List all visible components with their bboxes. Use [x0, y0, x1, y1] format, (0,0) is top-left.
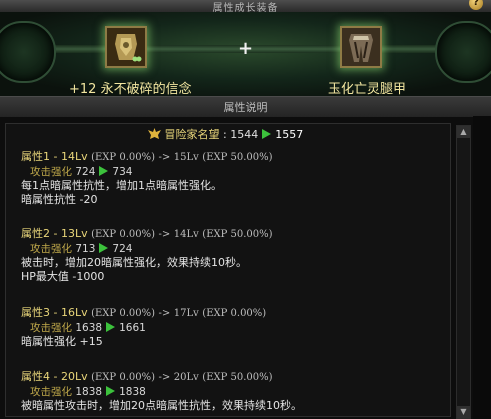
- attribute-desc: 被暗属性攻击时，增加20点暗属性抗性，效果持续10秒。: [21, 399, 302, 412]
- increase-arrow-icon: [262, 129, 272, 139]
- attribute-desc: HP最大值 -1000: [21, 270, 105, 283]
- attribute-desc: 被击时，增加20暗属性强化，效果持续10秒。: [21, 256, 247, 269]
- scroll-up-icon[interactable]: ▲: [457, 126, 470, 138]
- growth-panel: + +12 永不破碎的信念 玉化亡灵腿甲: [0, 12, 491, 96]
- attribute-arrow-text: ->: [158, 308, 171, 319]
- equipment-slot-right[interactable]: [340, 26, 382, 68]
- attribute-desc: 暗属性强化 +15: [21, 335, 103, 348]
- reputation-new: 1557: [275, 128, 304, 141]
- decorative-cap-right: [435, 21, 491, 83]
- attribute-level-new: 15Lv: [173, 152, 199, 163]
- attribute-block-2: 属性2 - 13Lv (EXP 0.00%) -> 14Lv (EXP 50.0…: [21, 227, 273, 284]
- stat-old: 1838: [75, 386, 103, 398]
- attribute-exp-new: (EXP 0.00%): [202, 308, 267, 319]
- attribute-exp-new: (EXP 50.00%): [202, 152, 273, 163]
- increase-arrow-icon: [106, 386, 116, 396]
- reputation-separator: :: [219, 128, 231, 141]
- attribute-exp-old: (EXP 0.00%): [91, 372, 156, 383]
- attribute-exp-new: (EXP 50.00%): [202, 229, 273, 240]
- attribute-exp-old: (EXP 0.00%): [91, 308, 156, 319]
- attribute-desc: 暗属性抗性 -20: [21, 193, 98, 206]
- stat-old: 713: [75, 243, 96, 255]
- attribute-desc: 每1点暗属性抗性，增加1点暗属性强化。: [21, 179, 222, 192]
- attribute-level-new: 20Lv: [173, 372, 199, 383]
- attribute-arrow-text: ->: [158, 152, 171, 163]
- increase-arrow-icon: [106, 322, 116, 332]
- stat-label: 攻击强化: [30, 322, 72, 334]
- reputation-label: 冒险家名望: [164, 128, 220, 141]
- attribute-header: 属性3 - 16Lv: [21, 306, 88, 319]
- decorative-cap-left: [0, 21, 56, 83]
- attribute-exp-old: (EXP 0.00%): [91, 152, 156, 163]
- section-title: 属性说明: [223, 101, 268, 114]
- scroll-down-icon[interactable]: ▼: [457, 406, 470, 418]
- stat-label: 攻击强化: [30, 166, 72, 178]
- attribute-level-new: 14Lv: [173, 229, 199, 240]
- attribute-level-new: 17Lv: [173, 308, 199, 319]
- stat-old: 1638: [75, 322, 103, 334]
- equipment-slot-left[interactable]: [105, 26, 147, 68]
- stat-new: 1661: [119, 322, 146, 334]
- stat-label: 攻击强化: [30, 243, 72, 255]
- attribute-arrow-text: ->: [158, 372, 171, 383]
- combine-plus: +: [238, 38, 254, 59]
- stat-new: 734: [112, 166, 133, 178]
- attribute-arrow-text: ->: [158, 229, 171, 240]
- stat-new: 1838: [119, 386, 146, 398]
- attribute-block-1: 属性1 - 14Lv (EXP 0.00%) -> 15Lv (EXP 50.0…: [21, 150, 273, 207]
- reputation-crest-icon: [148, 128, 161, 139]
- left-item-name: +12 永不破碎的信念: [69, 82, 192, 96]
- attribute-header: 属性4 - 20Lv: [21, 370, 88, 383]
- reputation-line: 冒险家名望 : 1544 1557: [148, 126, 303, 142]
- scrollbar[interactable]: ▲ ▼: [456, 125, 471, 419]
- attribute-block-3: 属性3 - 16Lv (EXP 0.00%) -> 17Lv (EXP 0.00…: [21, 306, 266, 349]
- stat-label: 攻击强化: [30, 386, 72, 398]
- attribute-exp-new: (EXP 50.00%): [202, 372, 273, 383]
- attribute-block-4: 属性4 - 20Lv (EXP 0.00%) -> 20Lv (EXP 50.0…: [21, 370, 302, 413]
- attribute-header: 属性2 - 13Lv: [21, 227, 88, 240]
- increase-arrow-icon: [99, 243, 109, 253]
- attribute-exp-old: (EXP 0.00%): [91, 229, 156, 240]
- reputation-old: 1544: [230, 128, 259, 141]
- stat-new: 724: [112, 243, 133, 255]
- window-frame-right: [473, 116, 491, 419]
- legs-item-icon: [342, 28, 380, 66]
- increase-arrow-icon: [99, 166, 109, 176]
- attribute-section-header: 属性说明: [0, 96, 491, 118]
- armor-item-icon: [107, 28, 145, 66]
- attribute-header: 属性1 - 14Lv: [21, 150, 88, 163]
- stat-old: 724: [75, 166, 96, 178]
- right-item-name: 玉化亡灵腿甲: [328, 82, 407, 96]
